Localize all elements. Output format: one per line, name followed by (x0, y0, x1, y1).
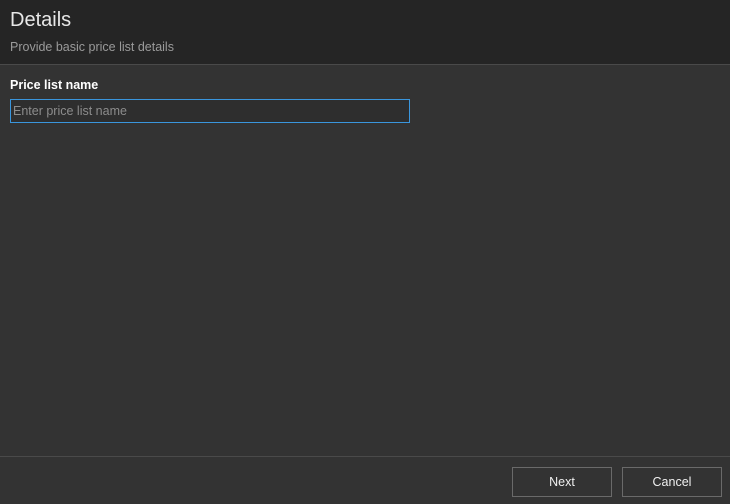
next-button[interactable]: Next (512, 467, 612, 497)
page-subtitle: Provide basic price list details (10, 40, 174, 54)
price-list-name-label: Price list name (10, 78, 99, 92)
price-list-name-input[interactable] (10, 99, 410, 123)
price-list-details-dialog: Details Provide basic price list details… (0, 0, 730, 504)
footer-divider (0, 456, 730, 457)
dialog-header: Details Provide basic price list details (0, 0, 730, 65)
cancel-button[interactable]: Cancel (622, 467, 722, 497)
page-title: Details (10, 9, 72, 31)
